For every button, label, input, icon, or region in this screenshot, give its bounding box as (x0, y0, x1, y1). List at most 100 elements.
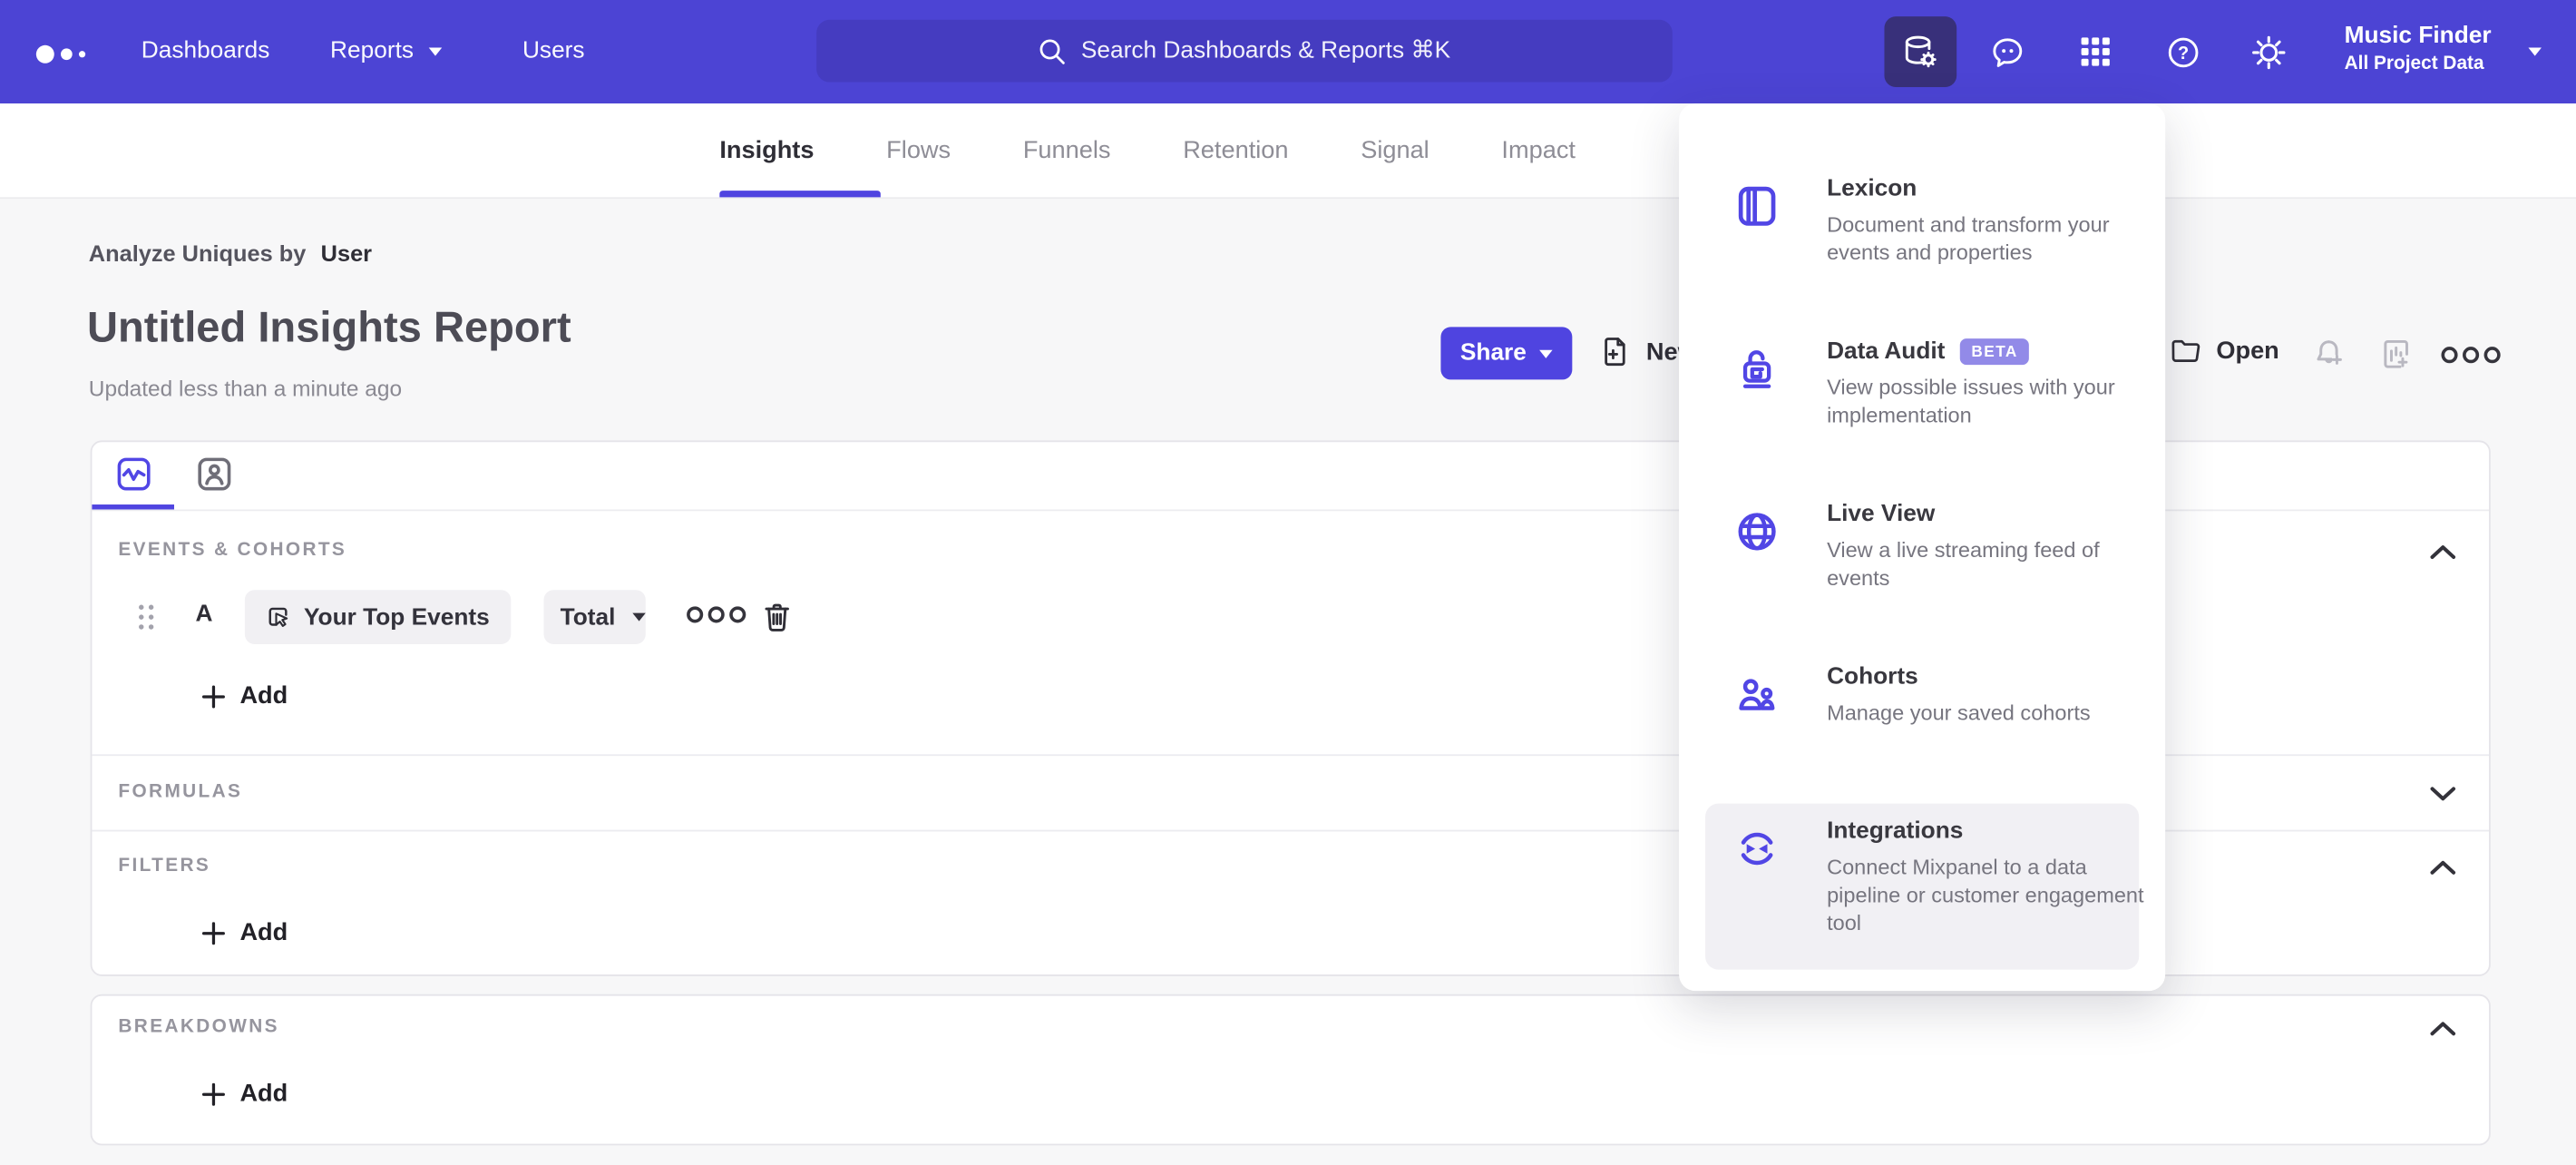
add-alert-button[interactable] (2310, 335, 2348, 373)
chevron-down-icon (428, 46, 442, 55)
app-window: Dashboards Reports Users Search Dashboar… (0, 0, 2576, 1165)
tab-insights[interactable]: Insights (719, 135, 814, 163)
question-mark-icon: ? (2168, 36, 2199, 67)
profiles-query-tab[interactable] (197, 457, 231, 492)
search-placeholder: Search Dashboards & Reports ⌘K (1080, 37, 1451, 64)
menu-item-integrations[interactable]: Integrations Connect Mixpanel to a data … (1679, 807, 2165, 969)
nav-reports[interactable]: Reports (330, 0, 442, 103)
add-label: Add (239, 918, 288, 947)
drag-handle[interactable] (136, 603, 156, 631)
collapse-events-section-button[interactable] (2430, 544, 2456, 561)
menu-item-description: Manage your saved cohorts (1827, 700, 2091, 725)
menu-item-title: Cohorts (1827, 663, 1918, 690)
events-query-tab[interactable] (117, 457, 151, 492)
chevron-down-icon (1539, 348, 1553, 357)
aggregation-selector-button[interactable]: Total (543, 590, 646, 644)
menu-item-data-audit[interactable]: Data Audit BETA View possible issues wit… (1679, 327, 2165, 489)
add-event-button[interactable]: Add (201, 681, 288, 710)
menu-item-live-view[interactable]: Live View View a live streaming feed of … (1679, 490, 2165, 652)
add-to-board-button[interactable] (2377, 335, 2415, 373)
active-tab-underline (719, 191, 881, 198)
event-name: Your Top Events (303, 603, 490, 631)
grid-icon (2080, 37, 2109, 66)
feedback-button[interactable] (1971, 16, 2044, 87)
open-report-button[interactable]: Open (2169, 334, 2279, 368)
page-title[interactable]: Untitled Insights Report (87, 302, 571, 353)
menu-item-description: View possible issues with your implement… (1827, 374, 2115, 427)
report-more-menu[interactable] (2441, 347, 2501, 364)
document-plus-icon (1605, 338, 1625, 367)
top-navigation-bar: Dashboards Reports Users Search Dashboar… (0, 0, 2576, 104)
tab-flows[interactable]: Flows (886, 135, 951, 163)
share-button[interactable]: Share (1440, 327, 1573, 380)
menu-item-description: Connect Mixpanel to a data pipeline or c… (1827, 854, 2144, 935)
event-click-icon (268, 607, 288, 627)
folder-icon (2171, 339, 2200, 362)
database-gear-icon (1905, 34, 1937, 67)
open-label: Open (2216, 337, 2279, 366)
nav-dashboards[interactable]: Dashboards (141, 0, 270, 103)
menu-item-description: View a live streaming feed of events (1827, 537, 2100, 591)
expand-formulas-section-button[interactable] (2430, 786, 2456, 802)
add-breakdown-button[interactable]: Add (201, 1079, 288, 1108)
pulse-chart-icon (117, 457, 151, 491)
share-label: Share (1459, 339, 1527, 367)
settings-button[interactable] (2232, 16, 2305, 87)
collapse-breakdowns-section-button[interactable] (2430, 1021, 2456, 1037)
add-filter-button[interactable]: Add (201, 918, 288, 947)
help-button[interactable]: ? (2147, 16, 2220, 87)
gear-icon (2252, 34, 2286, 69)
person-card-icon (198, 457, 231, 491)
nav-users[interactable]: Users (522, 0, 585, 103)
tab-funnels[interactable]: Funnels (1023, 135, 1111, 163)
menu-item-title: Integrations (1827, 817, 1964, 845)
add-label: Add (239, 1079, 288, 1108)
plus-icon (201, 684, 225, 708)
menu-item-title: Data Audit (1827, 338, 1946, 366)
menu-item-title: Lexicon (1827, 175, 1917, 202)
menu-item-description: Document and transform your events and p… (1827, 211, 2110, 265)
chat-bubble-icon (1993, 37, 2023, 66)
analyze-value[interactable]: User (321, 240, 372, 266)
filters-section-label: FILTERS (118, 856, 211, 876)
add-label: Add (239, 681, 288, 710)
event-selector-button[interactable]: Your Top Events (244, 590, 512, 644)
board-plus-icon (2384, 339, 2408, 368)
data-management-button[interactable] (1884, 16, 1957, 87)
breakdowns-card: BREAKDOWNS Add (90, 994, 2491, 1146)
menu-item-title: Live View (1827, 501, 1936, 528)
globe-icon (1735, 509, 1780, 553)
chevron-down-icon (631, 612, 646, 622)
audit-lock-icon (1735, 347, 1780, 391)
lexicon-book-icon (1735, 184, 1780, 229)
chevron-down-icon (2528, 47, 2542, 56)
events-cohorts-section-label: EVENTS & COHORTS (118, 540, 347, 561)
search-input[interactable]: Search Dashboards & Reports ⌘K (816, 19, 1673, 83)
tab-impact[interactable]: Impact (1501, 135, 1576, 163)
beta-badge: BETA (1959, 338, 2030, 366)
svg-text:?: ? (2178, 43, 2189, 63)
collapse-filters-section-button[interactable] (2430, 859, 2456, 876)
breakdowns-section-label: BREAKDOWNS (118, 1017, 279, 1037)
project-scope: All Project Data (2344, 54, 2484, 74)
series-letter: A (195, 601, 213, 628)
project-name: Music Finder (2344, 23, 2492, 50)
tab-retention[interactable]: Retention (1183, 135, 1288, 163)
menu-item-lexicon[interactable]: Lexicon Document and transform your even… (1679, 164, 2165, 327)
analyze-by-line: Analyze Uniques by User (89, 240, 372, 266)
mixpanel-logo-icon[interactable] (35, 44, 86, 64)
report-tab-bar: Insights Flows Funnels Retention Signal … (0, 103, 2576, 200)
delete-row-button[interactable] (761, 600, 794, 634)
people-icon (1735, 672, 1780, 717)
analyze-prefix: Analyze Uniques by (88, 240, 307, 267)
apps-grid-button[interactable] (2058, 16, 2131, 87)
project-switcher[interactable]: Music Finder All Project Data (2344, 22, 2542, 78)
plus-icon (201, 1082, 225, 1105)
tab-signal[interactable]: Signal (1361, 135, 1429, 163)
formulas-section-label: FORMULAS (118, 782, 243, 802)
row-more-menu[interactable] (687, 606, 746, 623)
menu-item-cohorts[interactable]: Cohorts Manage your saved cohorts (1679, 652, 2165, 815)
plus-icon (201, 921, 225, 945)
updated-timestamp: Updated less than a minute ago (88, 376, 403, 401)
sync-arrows-icon (1735, 827, 1780, 871)
